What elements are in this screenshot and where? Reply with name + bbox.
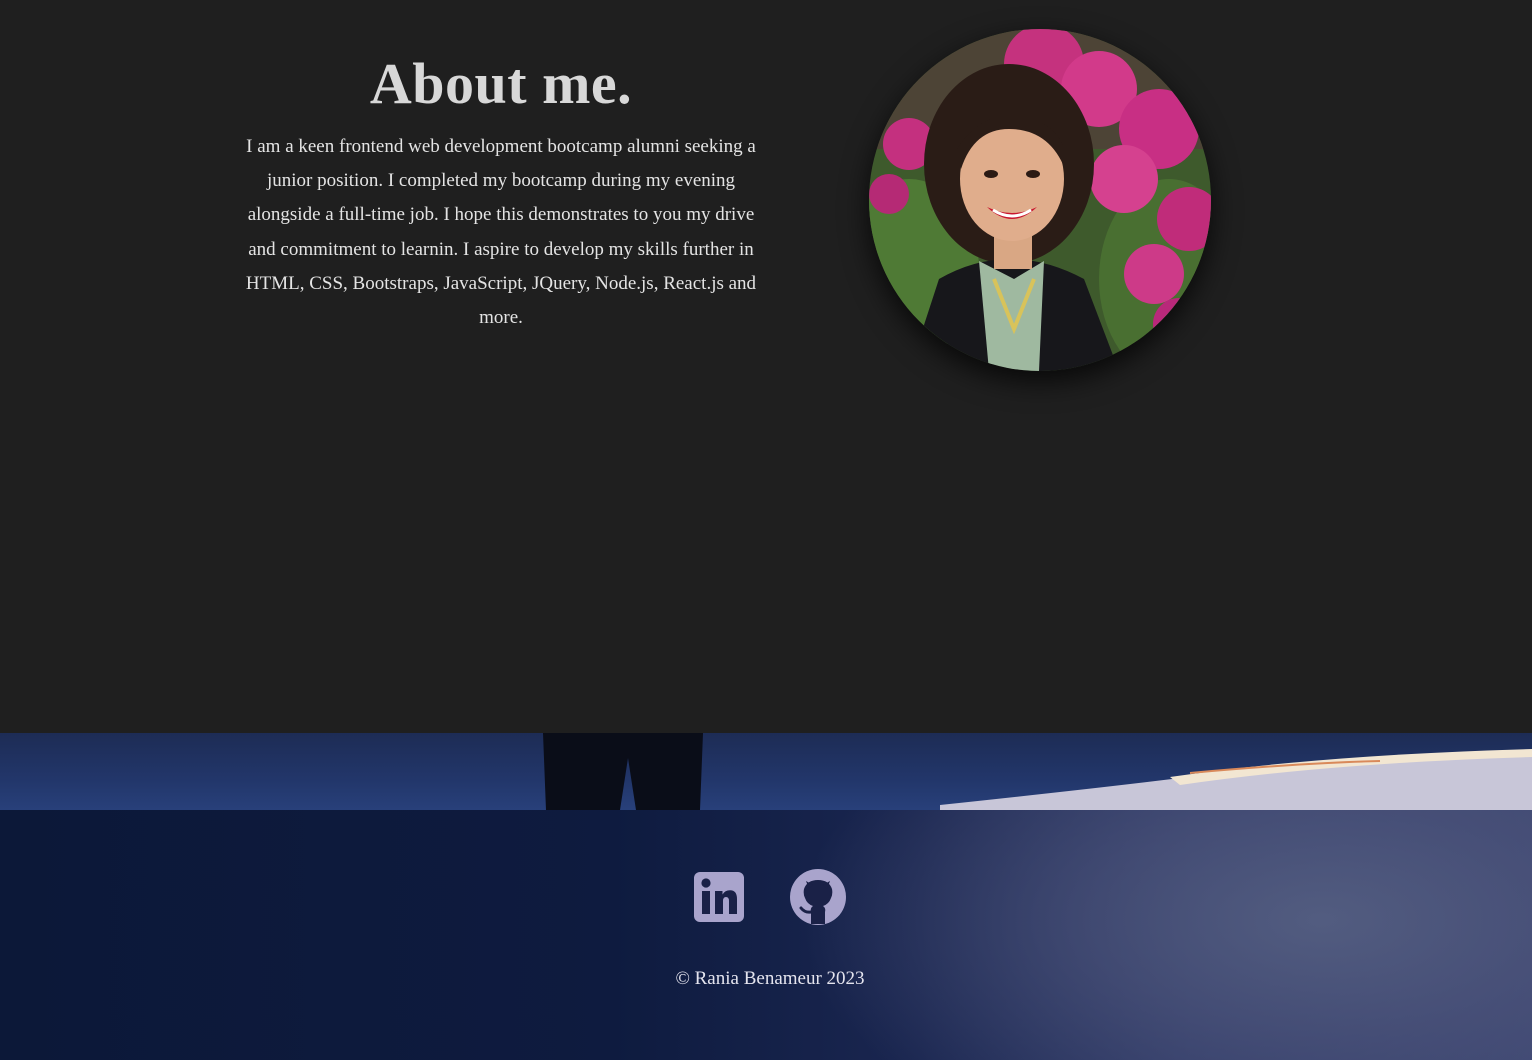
about-text-block: About me. I am a keen frontend web devel… [240,48,762,335]
page: About me. I am a keen frontend web devel… [0,0,1532,1060]
about-title: About me. [369,51,633,116]
footer: © Rania Benameur 2023 [0,810,1532,1060]
linkedin-icon [694,872,744,922]
linkedin-link[interactable] [693,868,751,926]
social-links [0,868,1532,928]
github-icon [790,869,846,925]
profile-photo [869,29,1211,371]
background-photo-strip [0,733,1532,810]
about-section: About me. I am a keen frontend web devel… [0,0,1532,733]
github-link[interactable] [789,868,847,926]
about-description: I am a keen frontend web development boo… [245,136,757,329]
copyright-text: © Rania Benameur 2023 [675,968,865,989]
